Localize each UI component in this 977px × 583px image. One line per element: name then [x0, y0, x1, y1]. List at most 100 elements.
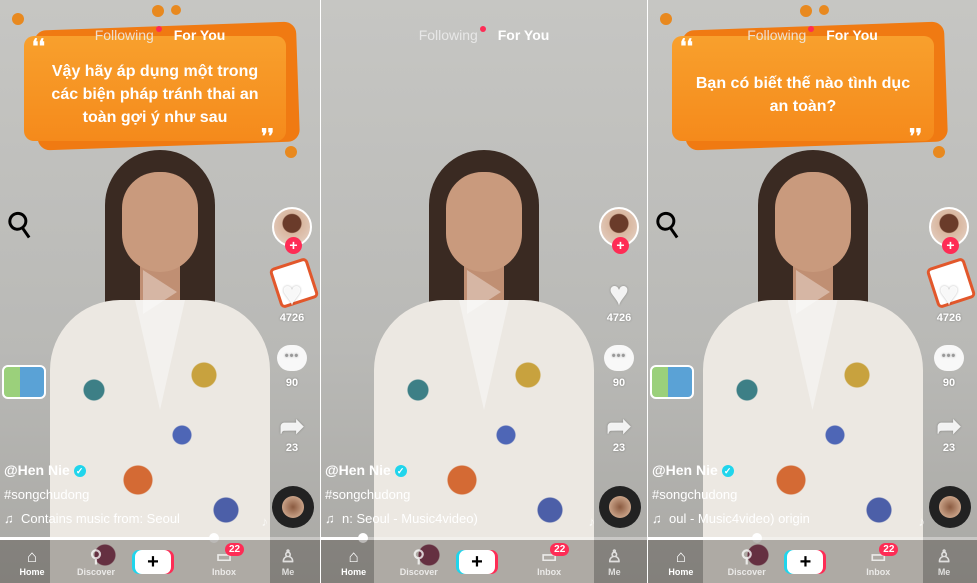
play-icon[interactable]: [143, 270, 177, 314]
heart-icon: ♥: [281, 275, 303, 313]
share-count: 23: [285, 442, 299, 454]
verified-icon: ✓: [721, 465, 734, 478]
like-button[interactable]: ♥ 4726: [927, 276, 971, 324]
music-disc[interactable]: [599, 486, 641, 528]
verified-icon: ✓: [73, 465, 86, 478]
username: @Hen Nie: [652, 462, 718, 478]
music-info[interactable]: ♫ n: Seoul - Music4video): [325, 511, 478, 526]
comment-count: 90: [942, 377, 956, 389]
tab-following[interactable]: Following: [95, 27, 154, 43]
follow-plus-icon[interactable]: +: [285, 237, 302, 254]
comment-button[interactable]: ••• 90: [597, 345, 641, 389]
like-button[interactable]: ♥ 4726: [270, 276, 314, 324]
username-link[interactable]: @Hen Nie ✓: [325, 462, 407, 478]
create-button[interactable]: +: [135, 549, 185, 574]
tab-label: Discover: [76, 566, 116, 577]
share-button[interactable]: ➦ 23: [270, 410, 314, 455]
tab-home[interactable]: ⌂ Home: [329, 547, 379, 577]
tab-me[interactable]: ♙ Me: [589, 547, 639, 577]
music-info[interactable]: ♫ Contains music from: Seoul: [4, 511, 180, 526]
tab-inbox[interactable]: ▭ Inbox 22: [524, 542, 574, 577]
tab-discover[interactable]: ⚲ Discover: [71, 547, 121, 577]
decor-dot: [285, 146, 297, 158]
comment-count: 90: [285, 377, 299, 389]
video-panel[interactable]: Vậy hãy áp dụng một trong các biện pháp …: [0, 0, 320, 583]
music-disc[interactable]: [272, 486, 314, 528]
creator-avatar[interactable]: +: [929, 207, 969, 254]
decor-dot: [12, 13, 24, 25]
tab-label: Me: [281, 566, 295, 577]
hashtag-link[interactable]: #songchudong: [325, 487, 410, 502]
profile-icon: ♙: [936, 546, 952, 566]
share-icon: ➦: [936, 410, 962, 443]
creator-avatar[interactable]: +: [599, 207, 639, 254]
plus-icon: +: [458, 549, 495, 574]
share-icon: ➦: [279, 410, 305, 443]
tab-inbox[interactable]: ▭ Inbox 22: [853, 542, 903, 577]
tab-label: Discover: [727, 566, 766, 577]
hashtag-link[interactable]: #songchudong: [4, 487, 89, 502]
tab-label: Inbox: [212, 566, 236, 577]
create-button[interactable]: +: [458, 549, 509, 574]
music-note-icon: ♫: [4, 511, 14, 526]
tab-label: Me: [608, 566, 621, 577]
play-icon[interactable]: [467, 270, 501, 314]
tab-following[interactable]: Following: [747, 27, 806, 43]
comment-button[interactable]: ••• 90: [270, 345, 314, 389]
username-link[interactable]: @Hen Nie ✓: [652, 462, 734, 478]
tab-for-you[interactable]: For You: [174, 27, 226, 43]
follow-plus-icon[interactable]: +: [942, 237, 959, 254]
iud-sticker-icon: ⚲: [0, 202, 42, 248]
tab-following[interactable]: Following: [419, 27, 478, 43]
like-button[interactable]: ♥ 4726: [597, 276, 641, 324]
feed-tabs: Following For You: [648, 26, 977, 43]
like-count: 4726: [936, 312, 962, 324]
hashtag-link[interactable]: #songchudong: [652, 487, 737, 502]
live-dot: [155, 26, 162, 32]
search-icon: ⚲: [412, 546, 425, 566]
create-button[interactable]: +: [787, 549, 837, 574]
music-title: Contains music from: Seoul: [20, 511, 180, 526]
tab-me[interactable]: ♙ Me: [263, 547, 313, 577]
bottom-tab-bar: ⌂ Home ⚲ Discover + ▭ Inbox 22 ♙ Me: [321, 540, 647, 583]
tab-for-you[interactable]: For You: [498, 27, 550, 43]
music-disc[interactable]: [929, 486, 971, 528]
tab-home[interactable]: ⌂ Home: [656, 547, 706, 577]
comment-icon: •••: [277, 345, 307, 371]
floating-note-icon: ♪: [918, 514, 926, 529]
share-button[interactable]: ➦ 23: [927, 410, 971, 455]
decor-dot: [800, 5, 812, 17]
tab-label: Home: [341, 566, 367, 577]
decor-dot: [819, 5, 829, 15]
iud-sticker-icon: ⚲: [648, 202, 690, 248]
video-panel[interactable]: Following For You + ♥ 4726 ••• 90 ➦ 23 @…: [321, 0, 647, 583]
tab-discover[interactable]: ⚲ Discover: [722, 547, 772, 577]
live-dot: [479, 26, 486, 32]
music-title: oul - Music4video) origin: [668, 511, 810, 526]
comment-count: 90: [612, 377, 626, 389]
tab-inbox[interactable]: ▭ Inbox 22: [199, 542, 249, 577]
tab-discover[interactable]: ⚲ Discover: [394, 547, 444, 577]
follow-plus-icon[interactable]: +: [612, 237, 629, 254]
tab-label: Discover: [399, 566, 438, 577]
live-dot: [808, 26, 815, 32]
decor-dot: [152, 5, 164, 17]
quote-close-icon: ❜❜: [909, 124, 922, 148]
verified-icon: ✓: [394, 465, 407, 478]
creator-avatar[interactable]: +: [272, 207, 312, 254]
music-note-icon: ♫: [652, 511, 662, 526]
plus-icon: +: [135, 549, 171, 574]
tab-me[interactable]: ♙ Me: [919, 547, 969, 577]
share-icon: ➦: [606, 410, 632, 443]
share-button[interactable]: ➦ 23: [597, 410, 641, 455]
tab-for-you[interactable]: For You: [826, 27, 878, 43]
video-panel[interactable]: Bạn có biết thế nào tình dục an toàn? ❛❛…: [648, 0, 977, 583]
bottom-tab-bar: ⌂ Home ⚲ Discover + ▭ Inbox 22 ♙ Me: [0, 540, 320, 583]
music-info[interactable]: ♫ oul - Music4video) origin: [652, 511, 810, 526]
search-icon: ⚲: [740, 546, 753, 566]
caption-text: Vậy hãy áp dụng một trong các biện pháp …: [51, 63, 259, 126]
tab-home[interactable]: ⌂ Home: [7, 547, 57, 577]
username-link[interactable]: @Hen Nie ✓: [4, 462, 86, 478]
play-icon[interactable]: [795, 270, 830, 314]
comment-button[interactable]: ••• 90: [927, 345, 971, 389]
